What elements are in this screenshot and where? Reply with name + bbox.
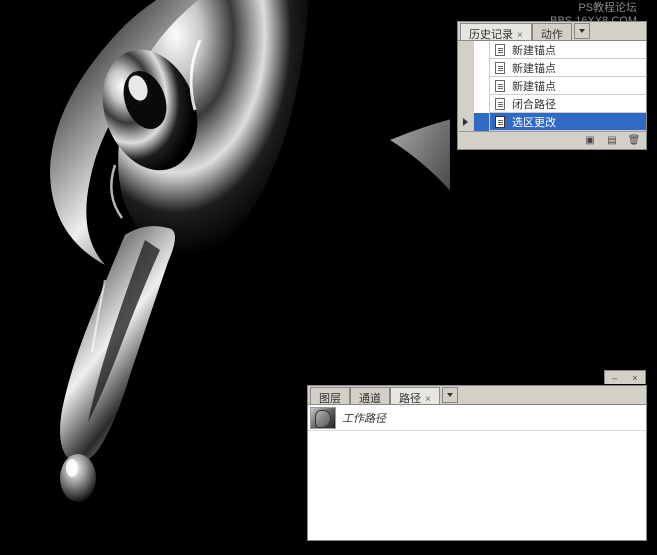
tab-actions-label: 动作 (541, 29, 563, 41)
minimize-icon[interactable]: – (612, 373, 617, 383)
document-icon (493, 79, 507, 93)
history-visibility-col[interactable] (458, 59, 474, 77)
history-visibility-col[interactable] (458, 41, 474, 59)
delete-button[interactable]: 🗑 (626, 134, 642, 148)
tab-paths[interactable]: 路径 × (390, 387, 440, 404)
panel-window-controls: – × (604, 370, 646, 384)
history-brush-col[interactable] (474, 113, 490, 131)
history-item-label: 新建锚点 (510, 60, 646, 76)
paths-panel: – × 图层 通道 路径× 工作路径 (307, 385, 647, 541)
history-panel-footer: ▣ ▤ 🗑 (458, 131, 646, 149)
paths-list: 工作路径 (308, 405, 646, 540)
new-state-button[interactable]: ▤ (604, 134, 620, 148)
history-item-label: 新建锚点 (510, 78, 646, 94)
history-visibility-col[interactable] (458, 95, 474, 113)
history-visibility-col[interactable] (458, 77, 474, 95)
history-item[interactable]: 新建锚点 (458, 59, 646, 77)
close-icon[interactable]: × (517, 30, 523, 41)
watermark-line1: PS教程论坛 (550, 2, 637, 15)
history-item[interactable]: 闭合路径 (458, 95, 646, 113)
tab-channels-label: 通道 (359, 393, 381, 405)
tab-paths-label: 路径 (399, 393, 421, 405)
history-visibility-col[interactable] (458, 113, 474, 131)
paths-panel-tabs: 图层 通道 路径 × (308, 386, 646, 405)
close-icon[interactable]: × (632, 373, 637, 383)
tab-channels[interactable]: 通道 (350, 387, 390, 404)
history-item[interactable]: 新建锚点 (458, 77, 646, 95)
history-list: 新建锚点 新建锚点 新建锚点 闭合路径 选区更改 (458, 41, 646, 131)
document-icon (493, 43, 507, 57)
history-item-label: 新建锚点 (510, 42, 646, 58)
tab-actions[interactable]: 动作 (532, 23, 572, 40)
panel-menu-button[interactable] (574, 23, 590, 39)
document-icon (493, 97, 507, 111)
tab-history-label: 历史记录 (469, 29, 513, 41)
tab-layers[interactable]: 图层 (310, 387, 350, 404)
path-item-label: 工作路径 (338, 410, 386, 426)
history-item-label: 选区更改 (510, 114, 646, 130)
document-icon (493, 61, 507, 75)
history-item-label: 闭合路径 (510, 96, 646, 112)
current-state-icon (463, 118, 468, 126)
panel-menu-button[interactable] (442, 387, 458, 403)
history-item-selected[interactable]: 选区更改 (458, 113, 646, 131)
history-item[interactable]: 新建锚点 (458, 41, 646, 59)
history-panel-tabs: 历史记录 × 动作 (458, 22, 646, 41)
close-icon[interactable]: × (425, 394, 431, 405)
history-brush-col[interactable] (474, 41, 490, 59)
history-brush-col[interactable] (474, 77, 490, 95)
history-brush-col[interactable] (474, 59, 490, 77)
new-snapshot-button[interactable]: ▣ (582, 134, 598, 148)
tab-layers-label: 图层 (319, 393, 341, 405)
path-item[interactable]: 工作路径 (308, 405, 646, 431)
tab-history[interactable]: 历史记录 × (460, 23, 532, 40)
history-panel: 历史记录× 动作 新建锚点 新建锚点 新建锚点 闭 (457, 21, 647, 150)
document-icon (493, 115, 507, 129)
path-thumbnail (310, 407, 336, 429)
history-brush-col[interactable] (474, 95, 490, 113)
